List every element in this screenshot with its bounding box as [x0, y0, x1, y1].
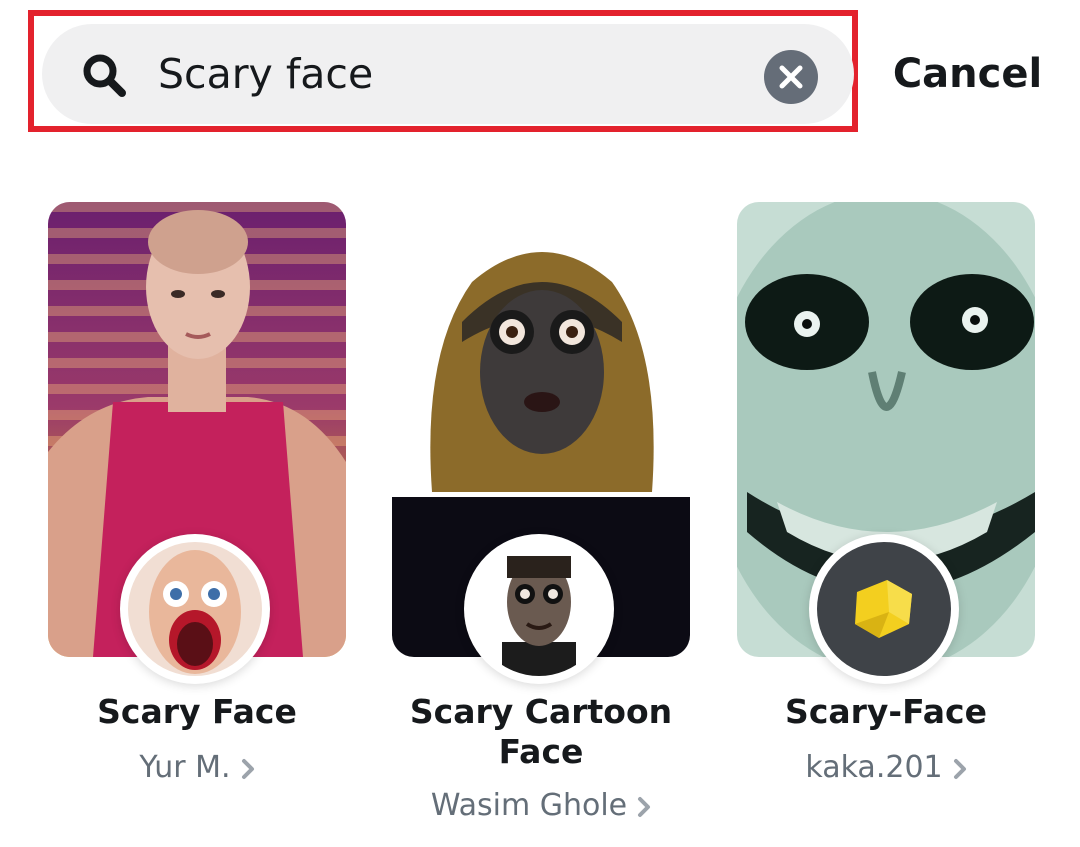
lens-icon: [464, 534, 614, 684]
lens-name: Scary Face: [97, 692, 297, 731]
lens-creator[interactable]: kaka.201: [737, 748, 1035, 788]
lens-name: Scary Cartoon Face: [409, 692, 673, 771]
cancel-button[interactable]: Cancel: [880, 44, 1055, 104]
close-icon: [779, 65, 803, 89]
chevron-right-icon: [241, 758, 254, 779]
search-icon: [83, 54, 126, 97]
lens-creator-label: Wasim Ghole: [430, 788, 628, 823]
lens-creator-label: Yur M.: [139, 750, 231, 785]
search-input[interactable]: [158, 44, 738, 104]
lens-icon: [120, 534, 270, 684]
lens-name: Scary-Face: [785, 692, 987, 731]
clear-search-button[interactable]: [764, 50, 818, 104]
lens-creator[interactable]: Yur M.: [48, 748, 346, 788]
chevron-right-icon: [953, 758, 966, 779]
chevron-right-icon: [638, 796, 651, 817]
lens-icon: [809, 534, 959, 684]
lens-creator[interactable]: Wasim Ghole: [392, 786, 690, 826]
lens-creator-label: kaka.201: [805, 750, 943, 785]
search-bar[interactable]: [42, 24, 854, 124]
